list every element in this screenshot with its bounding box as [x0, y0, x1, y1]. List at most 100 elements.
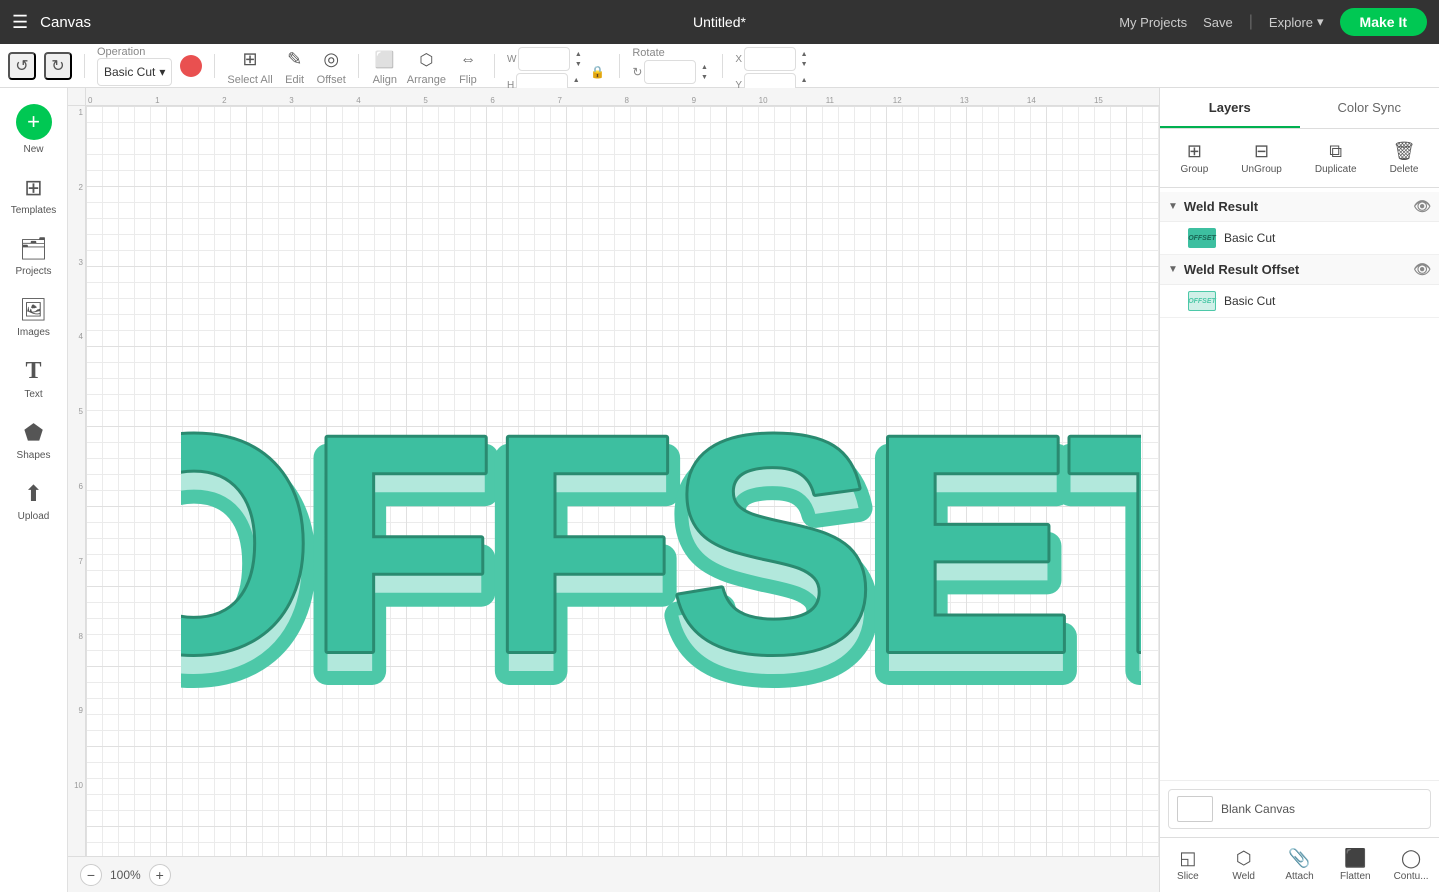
ruler-h-mark-7: 7: [555, 96, 622, 105]
redo-button[interactable]: ↻: [44, 52, 72, 80]
attach-icon: 📎: [1288, 848, 1310, 869]
ruler-h-mark-6: 6: [488, 96, 555, 105]
y-up[interactable]: ▲: [798, 75, 810, 85]
ruler-h-mark-4: 4: [354, 96, 421, 105]
layer-item-weld-basic-cut[interactable]: OFFSET Basic Cut: [1160, 222, 1439, 255]
panel-tabs: Layers Color Sync: [1160, 88, 1439, 129]
attach-tool[interactable]: 📎 Attach: [1272, 842, 1328, 888]
color-swatch[interactable]: [180, 55, 202, 77]
height-up[interactable]: ▲: [570, 75, 582, 85]
slice-tool[interactable]: ◱ Slice: [1160, 842, 1216, 888]
toolbar-separator-3: [358, 54, 359, 78]
sidebar-images-label: Images: [17, 327, 50, 338]
align-label: Align: [373, 74, 397, 86]
rotate-up[interactable]: ▲: [698, 62, 710, 72]
ruler-corner: 0123456789101112131415: [68, 88, 1159, 106]
weld-result-offset-visibility[interactable]: 👁: [1413, 261, 1431, 278]
align-button[interactable]: ⬜: [371, 46, 399, 74]
weld-result-offset-toggle: ▼: [1168, 264, 1178, 275]
ungroup-action[interactable]: ⊟ UnGroup: [1233, 137, 1290, 179]
ruler-v-mark-6: 6: [79, 482, 85, 557]
sidebar-projects-label: Projects: [15, 266, 51, 277]
layer-item-offset-basic-cut[interactable]: OFFSET Basic Cut: [1160, 285, 1439, 318]
tab-layers[interactable]: Layers: [1160, 88, 1300, 128]
ruler-v-mark-4: 4: [79, 332, 85, 407]
select-all-button[interactable]: ⊞: [236, 46, 264, 74]
contour-tool[interactable]: ◯ Contu...: [1383, 842, 1439, 888]
weld-result-offset-header[interactable]: ▼ Weld Result Offset 👁: [1160, 255, 1439, 285]
bottom-tools: ◱ Slice ⬡ Weld 📎 Attach ⬛ Flatten ◯ Cont…: [1160, 837, 1439, 892]
save-link[interactable]: Save: [1203, 15, 1233, 30]
group-action[interactable]: ⊞ Group: [1173, 137, 1217, 179]
text-icon: T: [25, 358, 41, 385]
x-down[interactable]: ▼: [798, 59, 810, 69]
ruler-h-mark-10: 10: [757, 96, 824, 105]
rotate-input[interactable]: [644, 60, 696, 84]
canvas-grid[interactable]: OFFSET OFFSET: [86, 106, 1159, 856]
width-input[interactable]: [518, 47, 570, 71]
ruler-vertical: 12345678910: [68, 106, 86, 856]
flip-label: Flip: [459, 74, 477, 86]
zoom-in-button[interactable]: +: [149, 864, 171, 886]
ruler-v-mark-9: 9: [79, 706, 85, 781]
sidebar-item-shapes[interactable]: ⬟ Shapes: [4, 412, 64, 469]
offset-button[interactable]: ◎: [317, 46, 345, 74]
delete-label: Delete: [1390, 164, 1419, 175]
ruler-v-mark-2: 2: [79, 183, 85, 258]
rotate-down[interactable]: ▼: [698, 72, 710, 82]
edit-group: ✎ Edit: [281, 46, 309, 86]
ruler-v-mark-10: 10: [74, 781, 85, 856]
sidebar-item-projects[interactable]: 🗂 Projects: [4, 228, 64, 285]
edit-button[interactable]: ✎: [281, 46, 309, 74]
tab-color-sync[interactable]: Color Sync: [1300, 88, 1439, 128]
weld-result-toggle: ▼: [1168, 201, 1178, 212]
flip-button[interactable]: ⇔: [454, 46, 482, 74]
ruler-v-mark-7: 7: [79, 557, 85, 632]
blank-canvas-box[interactable]: Blank Canvas: [1168, 789, 1431, 829]
lock-icon[interactable]: 🔒: [588, 65, 607, 79]
right-panel: Layers Color Sync ⊞ Group ⊟ UnGroup ⧉ Du…: [1159, 88, 1439, 892]
flatten-tool[interactable]: ⬛ Flatten: [1327, 842, 1383, 888]
select-all-label: Select All: [227, 74, 272, 86]
operation-dropdown[interactable]: Basic Cut ▾: [97, 58, 172, 86]
offset-artwork: OFFSET OFFSET: [181, 191, 1141, 771]
sidebar-item-new[interactable]: + New: [4, 96, 64, 163]
arrange-button[interactable]: ⬡: [412, 46, 440, 74]
menu-icon[interactable]: ☰: [12, 12, 28, 33]
upload-icon: ⬆: [24, 481, 42, 507]
make-it-button[interactable]: Make It: [1340, 8, 1427, 36]
sidebar-item-text[interactable]: T Text: [4, 350, 64, 408]
flatten-icon: ⬛: [1344, 848, 1366, 869]
zoom-out-button[interactable]: −: [80, 864, 102, 886]
toolbar-separator-2: [214, 54, 215, 78]
weld-basic-cut-label: Basic Cut: [1224, 231, 1275, 245]
weld-label: Weld: [1232, 871, 1255, 882]
images-icon: 🖼: [20, 297, 48, 323]
ruler-corner-box: [68, 88, 86, 106]
x-input[interactable]: [744, 47, 796, 71]
width-down[interactable]: ▼: [572, 59, 584, 69]
undo-button[interactable]: ↺: [8, 52, 36, 80]
slice-label: Slice: [1177, 871, 1199, 882]
sidebar-item-upload[interactable]: ⬆ Upload: [4, 473, 64, 530]
x-up[interactable]: ▲: [798, 49, 810, 59]
sidebar-item-templates[interactable]: ⊞ Templates: [4, 167, 64, 224]
rotate-group: Rotate ↻ ▲ ▼: [632, 47, 710, 84]
duplicate-action[interactable]: ⧉ Duplicate: [1307, 137, 1365, 179]
width-up[interactable]: ▲: [572, 49, 584, 59]
ruler-h-mark-14: 14: [1025, 96, 1092, 105]
toolbar-separator-1: [84, 54, 85, 78]
weld-result-offset-title: Weld Result Offset: [1184, 262, 1299, 277]
new-icon: +: [16, 104, 52, 140]
sidebar-new-label: New: [23, 144, 43, 155]
explore-link[interactable]: Explore ▾: [1269, 14, 1324, 30]
delete-action[interactable]: 🗑 Delete: [1382, 137, 1427, 179]
weld-tool[interactable]: ⬡ Weld: [1216, 842, 1272, 888]
sidebar-item-images[interactable]: 🖼 Images: [4, 289, 64, 346]
flatten-label: Flatten: [1340, 871, 1371, 882]
offset-label: Offset: [317, 74, 346, 86]
app-title: Canvas: [40, 14, 91, 31]
weld-result-visibility[interactable]: 👁: [1413, 198, 1431, 215]
weld-result-header[interactable]: ▼ Weld Result 👁: [1160, 192, 1439, 222]
my-projects-link[interactable]: My Projects: [1119, 15, 1187, 30]
